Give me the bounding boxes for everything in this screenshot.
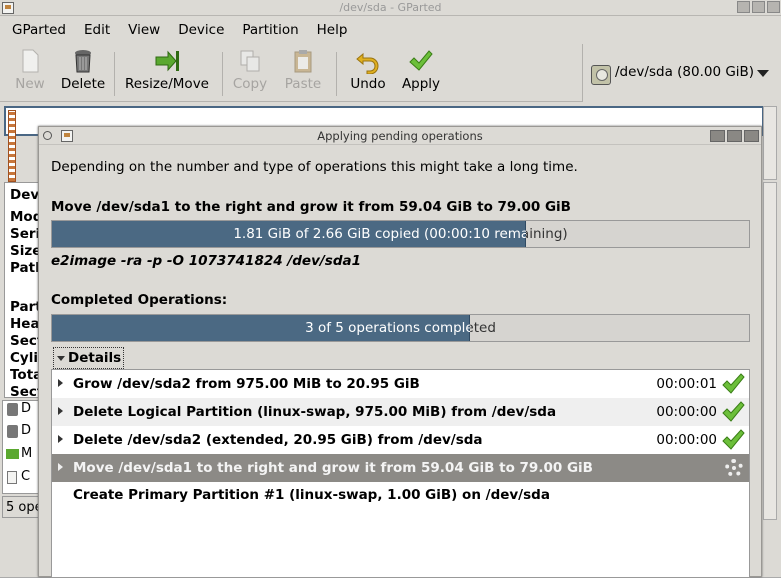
paste-button[interactable]: Paste [284, 48, 322, 92]
detail-text: Delete Logical Partition (linux-swap, 97… [73, 404, 557, 420]
toolbar-separator [336, 52, 337, 96]
detail-time: 00:00:00 [656, 404, 717, 420]
maximize-button[interactable] [752, 1, 765, 13]
details-label: Details [68, 350, 122, 366]
main-scrollbar[interactable] [763, 182, 777, 520]
close-button[interactable] [767, 1, 780, 13]
menu-bar: GParted Edit View Device Partition Help [0, 18, 353, 42]
partition-block[interactable] [8, 110, 16, 182]
minimize-button[interactable] [737, 1, 750, 13]
copy-button[interactable]: Copy [232, 48, 268, 92]
info-label: Size [10, 243, 42, 259]
gear-icon [725, 459, 743, 477]
trash-icon [75, 50, 91, 73]
menu-help[interactable]: Help [305, 18, 354, 42]
device-label: /dev/sda (80.00 GiB) [615, 64, 755, 80]
close-button[interactable] [744, 130, 759, 142]
dialog-titlebar: Applying pending operations [39, 127, 761, 145]
new-button[interactable]: New [14, 48, 46, 92]
details-list: Grow /dev/sda2 from 975.00 MiB to 20.95 … [51, 369, 750, 578]
menu-edit[interactable]: Edit [72, 18, 116, 42]
info-label: Seri [10, 226, 41, 242]
resize-move-button[interactable]: Resize/Move [124, 48, 210, 92]
apply-button[interactable]: Apply [400, 48, 442, 92]
paste-icon [294, 50, 312, 73]
scrollbar[interactable] [763, 106, 777, 180]
maximize-button[interactable] [727, 130, 742, 142]
toolbar-separator [222, 52, 223, 96]
menu-gparted[interactable]: GParted [0, 18, 72, 42]
menu-device[interactable]: Device [166, 18, 230, 42]
window-titlebar: /dev/sda - GParted [0, 0, 781, 16]
resize-move-icon [6, 449, 19, 459]
list-item[interactable]: D [21, 401, 31, 416]
trash-icon [7, 425, 18, 438]
menu-view[interactable]: View [116, 18, 166, 42]
resize-move-icon [155, 50, 179, 72]
new-document-icon [7, 471, 17, 484]
list-item[interactable]: C [21, 469, 30, 484]
window-controls [737, 1, 780, 13]
device-selector[interactable]: /dev/sda (80.00 GiB) [582, 44, 781, 102]
completed-operations-label: Completed Operations: [51, 292, 228, 308]
dialog-window-controls [710, 130, 759, 142]
dialog-intro-text: Depending on the number and type of oper… [51, 159, 578, 175]
detail-row[interactable]: Grow /dev/sda2 from 975.00 MiB to 20.95 … [52, 370, 749, 398]
current-operation-label: Move /dev/sda1 to the right and grow it … [51, 199, 571, 215]
copy-icon [240, 50, 260, 72]
checkmark-icon [722, 429, 745, 450]
toolbar-separator [114, 52, 115, 96]
detail-row-selected[interactable]: Move /dev/sda1 to the right and grow it … [52, 454, 749, 482]
undo-button[interactable]: Undo [348, 48, 388, 92]
expander-arrow-icon[interactable] [58, 463, 63, 471]
checkmark-icon [722, 373, 745, 394]
detail-row[interactable]: Create Primary Partition #1 (linux-swap,… [52, 481, 749, 509]
window-title: /dev/sda - GParted [339, 1, 442, 14]
expander-arrow-icon[interactable] [58, 379, 63, 387]
menu-partition[interactable]: Partition [230, 18, 304, 42]
expander-arrow-icon [57, 356, 65, 361]
detail-row[interactable]: Delete Logical Partition (linux-swap, 97… [52, 398, 749, 426]
delete-button[interactable]: Delete [60, 48, 106, 92]
list-item[interactable]: M [21, 446, 32, 461]
detail-time: 00:00:01 [656, 376, 717, 392]
detail-time: 00:00:00 [656, 432, 717, 448]
details-expander[interactable]: Details [53, 347, 125, 369]
trash-icon [7, 403, 18, 416]
info-label: Part [10, 299, 42, 315]
hard-disk-icon [591, 65, 611, 85]
list-item[interactable]: D [21, 423, 31, 438]
dialog-title: Applying pending operations [317, 129, 483, 143]
chevron-down-icon [757, 70, 769, 77]
info-label: Hea [10, 316, 40, 332]
completed-progress-bar: 3 of 5 operations completed 3 of 5 opera… [51, 314, 750, 342]
minimize-button[interactable] [710, 130, 725, 142]
apply-operations-dialog: Applying pending operations Depending on… [38, 126, 762, 578]
current-progress-bar: 1.81 GiB of 2.66 GiB copied (00:00:10 re… [51, 220, 750, 248]
new-document-icon [22, 49, 39, 73]
info-label: Dev [10, 187, 40, 203]
undo-icon [356, 52, 379, 74]
detail-row[interactable]: Delete /dev/sda2 (extended, 20.95 GiB) f… [52, 426, 749, 454]
checkmark-icon [409, 50, 433, 71]
detail-text: Delete /dev/sda2 (extended, 20.95 GiB) f… [73, 432, 483, 448]
checkmark-icon [722, 401, 745, 422]
expander-arrow-icon[interactable] [58, 435, 63, 443]
current-command: e2image -ra -p -O 1073741824 /dev/sda1 [51, 253, 362, 269]
detail-text: Grow /dev/sda2 from 975.00 MiB to 20.95 … [73, 376, 420, 392]
expander-arrow-icon[interactable] [58, 407, 63, 415]
detail-text: Create Primary Partition #1 (linux-swap,… [73, 487, 550, 503]
detail-text: Move /dev/sda1 to the right and grow it … [73, 460, 593, 476]
